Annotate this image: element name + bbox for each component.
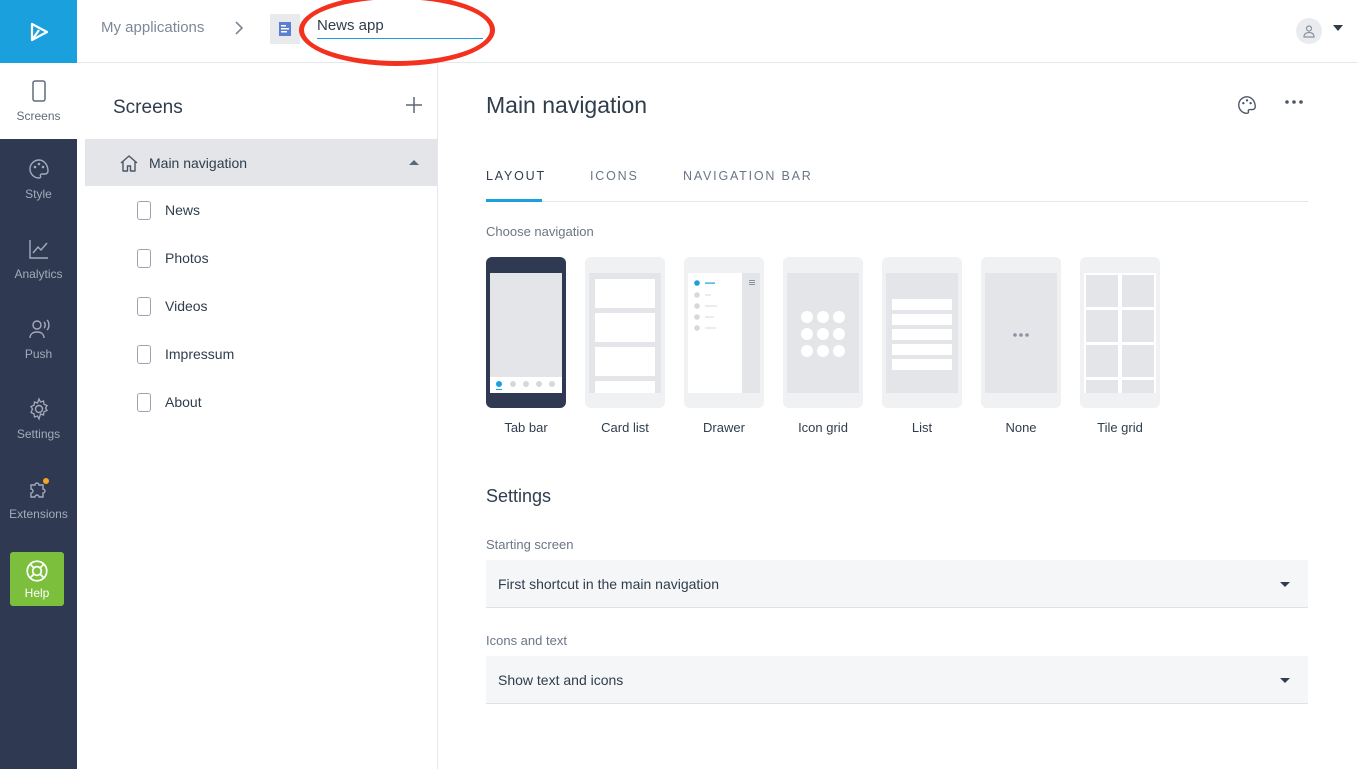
push-icon	[28, 319, 50, 339]
phone-icon	[137, 200, 151, 220]
rail-item-style[interactable]: Style	[0, 139, 77, 219]
palette-icon[interactable]	[1236, 94, 1258, 116]
phone-icon	[137, 296, 151, 316]
help-label: Help	[24, 586, 50, 600]
rail-item-settings[interactable]: Settings	[0, 379, 77, 459]
phone-icon	[137, 392, 151, 412]
add-screen-button[interactable]	[405, 96, 423, 114]
rail-item-push[interactable]: Push	[0, 299, 77, 379]
option-label: Drawer	[703, 420, 745, 435]
nav-option-list[interactable]: List	[882, 257, 962, 435]
screen-item-photos[interactable]: Photos	[137, 246, 209, 270]
drawer-thumbnail	[684, 257, 764, 408]
rail-label: Analytics	[14, 267, 63, 281]
card-list-thumbnail	[585, 257, 665, 408]
rail-item-analytics[interactable]: Analytics	[0, 219, 77, 299]
starting-screen-value: First shortcut in the main navigation	[498, 575, 719, 592]
option-label: Tile grid	[1097, 420, 1143, 435]
help-button[interactable]: Help	[10, 552, 64, 606]
caret-down-icon	[1280, 678, 1290, 683]
option-label: Card list	[601, 420, 649, 435]
rail-label: Screens	[16, 109, 61, 123]
rail-item-extensions[interactable]: Extensions	[0, 459, 77, 539]
rail-item-screens[interactable]: Screens	[0, 63, 77, 139]
top-bar: My applications News app	[77, 0, 1358, 66]
phone-icon	[137, 344, 151, 364]
nav-option-tab-bar[interactable]: Tab bar	[486, 257, 566, 435]
screen-label: Impressum	[165, 346, 235, 362]
user-icon	[1303, 25, 1315, 38]
icons-and-text-label: Icons and text	[486, 633, 567, 648]
nav-option-card-list[interactable]: Card list	[585, 257, 665, 435]
main-content: Main navigation LAYOUT ICONS NAVIGATION …	[438, 63, 1358, 769]
none-thumbnail	[981, 257, 1061, 408]
tile-grid-thumbnail	[1080, 257, 1160, 408]
screen-label: Videos	[165, 298, 208, 314]
caret-up-icon[interactable]	[409, 159, 419, 166]
rail-label: Settings	[16, 427, 61, 441]
screen-item-impressum[interactable]: Impressum	[137, 342, 234, 366]
screen-label: Photos	[165, 250, 209, 266]
chevron-right-icon	[235, 21, 244, 35]
list-thumbnail	[882, 257, 962, 408]
choose-navigation-label: Choose navigation	[486, 224, 594, 239]
starting-screen-label: Starting screen	[486, 537, 574, 552]
icons-and-text-value: Show text and icons	[498, 671, 624, 688]
tab-indicator	[486, 199, 542, 202]
caret-down-icon	[1280, 582, 1290, 587]
screen-label: News	[165, 202, 201, 218]
nav-option-tile-grid[interactable]: Tile grid	[1080, 257, 1160, 435]
breadcrumb-my-applications[interactable]: My applications	[101, 19, 204, 36]
icons-and-text-select[interactable]: Show text and icons	[486, 656, 1308, 704]
app-rail: Screens Style Analytics Push Settings Ex…	[0, 0, 77, 769]
puzzle-icon	[29, 478, 49, 498]
option-label: Tab bar	[504, 420, 548, 435]
rail-label: Style	[25, 187, 52, 201]
logo[interactable]	[0, 0, 77, 63]
main-navigation-label: Main navigation	[149, 154, 248, 171]
tab-layout[interactable]: LAYOUT	[486, 169, 546, 183]
home-icon	[120, 154, 138, 172]
nav-option-none[interactable]: None	[981, 257, 1061, 435]
logo-icon	[30, 22, 48, 41]
rail-label: Push	[24, 347, 53, 361]
screen-item-main-navigation[interactable]: Main navigation	[85, 139, 437, 186]
option-label: None	[1005, 420, 1037, 435]
screen-label: About	[165, 394, 202, 410]
starting-screen-select[interactable]: First shortcut in the main navigation	[486, 560, 1308, 608]
annotation-ellipse	[299, 0, 495, 66]
caret-down-icon[interactable]	[1333, 24, 1343, 32]
option-label: List	[911, 420, 933, 435]
screen-item-about[interactable]: About	[137, 390, 202, 414]
avatar[interactable]	[1296, 18, 1322, 44]
chart-icon	[28, 240, 48, 259]
nav-option-drawer[interactable]: Drawer	[684, 257, 764, 435]
more-options-icon[interactable]	[1284, 99, 1304, 105]
settings-heading: Settings	[486, 486, 552, 506]
icon-grid-thumbnail	[783, 257, 863, 408]
screen-item-videos[interactable]: Videos	[137, 294, 208, 318]
phone-icon	[137, 248, 151, 268]
lifebuoy-icon	[26, 560, 48, 582]
palette-icon	[28, 159, 49, 179]
gear-icon	[29, 397, 48, 421]
nav-option-icon-grid[interactable]: Icon grid	[783, 257, 863, 435]
tab-icons[interactable]: ICONS	[590, 169, 639, 183]
screen-item-news[interactable]: News	[137, 198, 200, 222]
page-title: Main navigation	[486, 92, 648, 118]
app-icon	[270, 14, 300, 44]
rail-label: Extensions	[9, 507, 68, 521]
option-label: Icon grid	[798, 420, 848, 435]
screens-panel: Screens Main navigation News Photos Vide…	[77, 63, 438, 769]
tab-navigation-bar[interactable]: NAVIGATION BAR	[683, 169, 813, 183]
tab-bar: LAYOUT ICONS NAVIGATION BAR	[486, 163, 1308, 202]
tab-bar-thumbnail	[486, 257, 566, 408]
panel-title: Screens	[113, 97, 183, 118]
phone-icon	[31, 80, 46, 102]
